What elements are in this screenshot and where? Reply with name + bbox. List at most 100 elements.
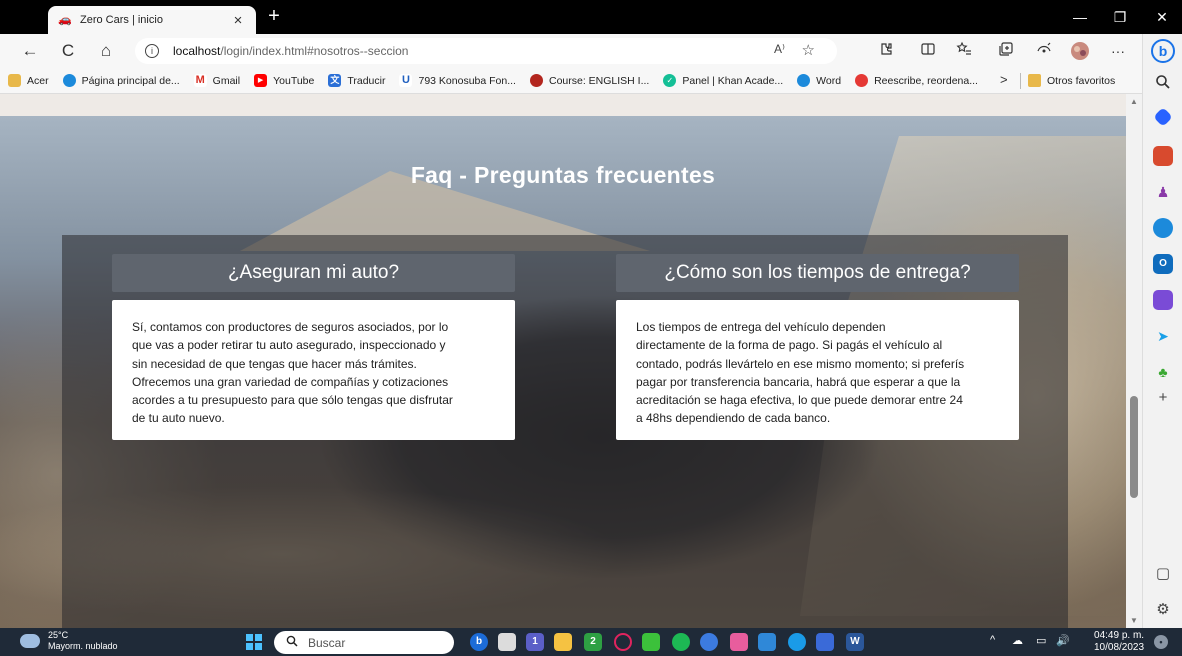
- network-icon[interactable]: ▭: [1036, 634, 1046, 647]
- browser-tab[interactable]: 🚗 Zero Cars | inicio ×: [48, 6, 256, 34]
- gmail-icon: M: [193, 74, 207, 87]
- opera-icon[interactable]: [614, 633, 632, 651]
- edge-taskbar-icon[interactable]: [788, 633, 806, 651]
- tools-briefcase-icon[interactable]: [1153, 146, 1173, 166]
- address-bar[interactable]: i localhost /login/index.html#nosotros--…: [135, 38, 837, 64]
- more-icon[interactable]: ···: [1108, 41, 1128, 61]
- word-icon: [797, 74, 811, 87]
- app-store-icon[interactable]: [700, 633, 718, 651]
- minimize-button[interactable]: —: [1060, 4, 1100, 30]
- shopping-tag-icon[interactable]: [1153, 107, 1173, 127]
- office-icon[interactable]: [1153, 218, 1173, 238]
- reload-button[interactable]: C: [56, 39, 80, 63]
- scroll-thumb[interactable]: [1130, 396, 1138, 498]
- bing-taskbar-icon[interactable]: b: [470, 633, 488, 651]
- favorites-icon[interactable]: [954, 41, 974, 61]
- bookmark-acer[interactable]: Acer: [8, 74, 49, 87]
- answer-line: contado, podrás llevártelo en ese mismo …: [636, 356, 965, 371]
- notification-icon[interactable]: •: [1154, 635, 1168, 649]
- page-scrollbar[interactable]: ▲ ▼: [1126, 94, 1142, 628]
- minecraft-icon[interactable]: [642, 633, 660, 651]
- task-view-icon[interactable]: [498, 633, 516, 651]
- taskbar-clock[interactable]: 04:49 p. m. 10/08/2023: [1094, 630, 1144, 654]
- answer-line: que vas a poder retirar tu auto asegurad…: [132, 338, 446, 353]
- bookmarks-more-chevron-icon[interactable]: >: [1000, 72, 1008, 87]
- quillbot-icon: [855, 74, 869, 87]
- word-taskbar-icon[interactable]: W: [846, 633, 864, 651]
- tab-close-icon[interactable]: ×: [230, 12, 246, 29]
- bookmark-label: Panel | Khan Acade...: [682, 74, 784, 87]
- weather-temp: 25°C: [48, 630, 69, 640]
- search-icon: [286, 635, 298, 650]
- bookmark-label: 793 Konosuba Fon...: [418, 74, 516, 87]
- split-window-icon[interactable]: ▢: [1153, 564, 1173, 584]
- site-info-icon[interactable]: i: [145, 44, 159, 58]
- folder-icon: [8, 74, 21, 87]
- close-window-button[interactable]: ✕: [1142, 4, 1182, 30]
- answer-line: Ofrecemos una gran variedad de compañías…: [132, 374, 449, 389]
- settings-gear-icon[interactable]: ⚙: [1153, 600, 1173, 620]
- outlook-icon[interactable]: O: [1153, 254, 1173, 274]
- bing-chat-icon[interactable]: b: [1151, 39, 1175, 63]
- bookmark-youtube[interactable]: ▶ YouTube: [254, 74, 314, 87]
- designer-icon[interactable]: [1153, 290, 1173, 310]
- volume-icon[interactable]: 🔊: [1056, 634, 1070, 647]
- tree-icon[interactable]: ♣: [1153, 362, 1173, 382]
- folder-icon: [1028, 74, 1041, 87]
- bookmark-traducir[interactable]: 文 Traducir: [328, 74, 385, 87]
- search-icon[interactable]: [1153, 74, 1173, 94]
- tray-expand-chevron-icon[interactable]: ^: [990, 634, 995, 646]
- answer-line: Los tiempos de entrega del vehículo depe…: [636, 320, 886, 334]
- add-sidebar-app-icon[interactable]: +: [1153, 388, 1173, 408]
- cloud-weather-icon: [20, 634, 40, 648]
- edge-icon: [62, 74, 76, 87]
- split-screen-icon[interactable]: [918, 41, 938, 61]
- send-icon[interactable]: ➤: [1153, 326, 1173, 346]
- answer-line: acreditación se haga efectiva, lo que pu…: [636, 393, 963, 408]
- vscode-icon[interactable]: [758, 633, 776, 651]
- answer-line: sin necesidad de que tengas que hacer má…: [132, 356, 417, 371]
- url-path: /login/index.html#nosotros--seccion: [220, 44, 409, 58]
- profile-icon[interactable]: [1070, 41, 1090, 61]
- back-button[interactable]: ←: [18, 39, 42, 63]
- bookmark-konosuba[interactable]: U 793 Konosuba Fon...: [399, 74, 516, 87]
- scroll-up-arrow-icon[interactable]: ▲: [1130, 97, 1138, 106]
- weather-widget[interactable]: 25°C Mayorm. nublado: [20, 630, 118, 652]
- answer-delivery: Los tiempos de entrega del vehículo depe…: [616, 300, 1019, 440]
- notepad-icon[interactable]: [816, 633, 834, 651]
- bookmark-otros-favoritos[interactable]: Otros favoritos: [1028, 74, 1115, 87]
- teams-icon[interactable]: 1: [526, 633, 544, 651]
- car-favicon-icon: 🚗: [58, 14, 72, 26]
- bookmark-reescribe[interactable]: Reescribe, reordena...: [855, 74, 978, 87]
- restore-button[interactable]: ❐: [1100, 4, 1140, 30]
- bookmark-pagina-principal[interactable]: Página principal de...: [62, 74, 180, 87]
- add-favorite-icon[interactable]: ☆: [802, 41, 815, 59]
- home-button[interactable]: ⌂: [94, 39, 118, 63]
- start-windows-icon[interactable]: [246, 634, 262, 650]
- onedrive-cloud-icon[interactable]: ☁: [1012, 634, 1023, 647]
- bookmark-word[interactable]: Word: [797, 74, 841, 87]
- answer-insurance: Sí, contamos con productores de seguros …: [112, 300, 515, 440]
- extensions-icon[interactable]: [876, 41, 896, 61]
- new-tab-button[interactable]: +: [262, 5, 286, 28]
- taskbar-search[interactable]: Buscar: [274, 631, 454, 654]
- scroll-down-arrow-icon[interactable]: ▼: [1130, 616, 1138, 625]
- bookmark-khan-academy[interactable]: ✓ Panel | Khan Acade...: [663, 74, 783, 87]
- photos-icon[interactable]: [730, 633, 748, 651]
- bookmark-course-english[interactable]: Course: ENGLISH I...: [529, 74, 649, 87]
- spotify-icon[interactable]: [672, 633, 690, 651]
- bookmarks-bar: Acer Página principal de... M Gmail ▶ Yo…: [0, 68, 1142, 94]
- faq-title: Faq - Preguntas frecuentes: [410, 162, 716, 188]
- collections-icon[interactable]: [996, 41, 1016, 61]
- xbox-icon[interactable]: 2: [584, 633, 602, 651]
- games-icon[interactable]: ♟: [1153, 182, 1173, 202]
- tab-title: Zero Cars | inicio: [80, 14, 163, 26]
- translate-icon: 文: [328, 74, 342, 87]
- answer-line: de tu auto nuevo.: [132, 411, 225, 426]
- performance-icon[interactable]: [1034, 41, 1054, 61]
- bookmark-label: Gmail: [212, 74, 241, 87]
- address-toolbar: ← C ⌂ i localhost /login/index.html#noso…: [0, 34, 1142, 68]
- read-aloud-icon[interactable]: A⁾: [774, 42, 785, 56]
- file-explorer-icon[interactable]: [554, 633, 572, 651]
- bookmark-gmail[interactable]: M Gmail: [193, 74, 241, 87]
